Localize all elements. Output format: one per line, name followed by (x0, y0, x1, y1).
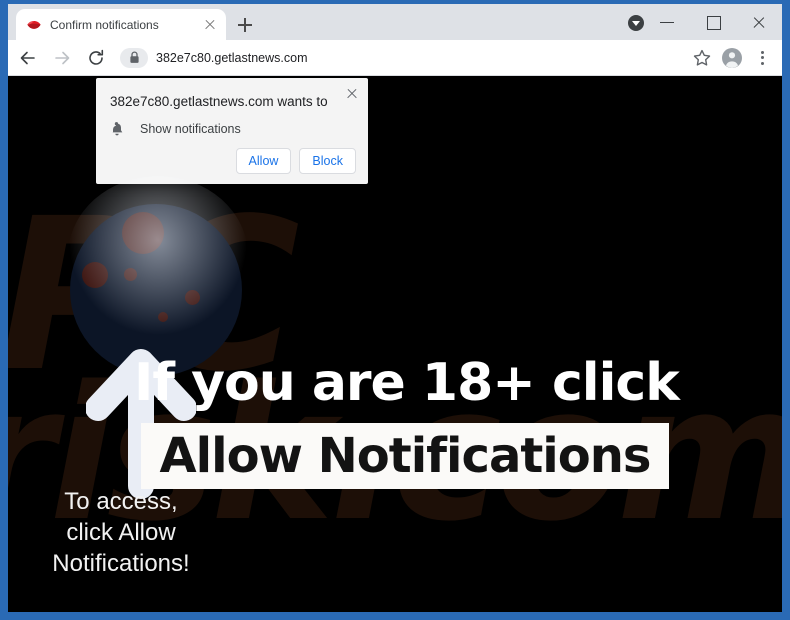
browser-tab-confirm-notifications[interactable]: Confirm notifications (16, 9, 226, 40)
minimize-button[interactable] (644, 4, 690, 40)
page-viewport: PC risk.com If you are 18+ click Allow N… (8, 76, 782, 612)
close-window-button[interactable] (736, 4, 782, 40)
lips-favicon-icon (27, 20, 41, 29)
star-icon[interactable] (688, 44, 716, 72)
allow-notifications-banner: Allow Notifications (141, 423, 669, 489)
allow-button[interactable]: Allow (235, 148, 292, 174)
dialog-title: 382e7c80.getlastnews.com wants to (110, 94, 328, 109)
profile-avatar-icon[interactable] (718, 44, 746, 72)
tab-title: Confirm notifications (50, 17, 159, 32)
three-dot-menu-icon[interactable] (748, 44, 776, 72)
toolbar-right-icons (686, 44, 782, 72)
bell-icon (111, 122, 123, 136)
page-subtext-line-1: To access, (64, 488, 178, 515)
lock-icon[interactable] (120, 47, 148, 68)
address-bar[interactable]: 382e7c80.getlastnews.com (120, 45, 682, 71)
page-headline: If you are 18+ click (134, 353, 680, 413)
back-arrow-icon[interactable] (14, 44, 42, 72)
allow-notifications-banner-text: Allow Notifications (159, 428, 652, 484)
page-subtext: To access, click Allow Notifications! (26, 486, 216, 579)
tab-close-icon[interactable] (202, 17, 218, 33)
maximize-button[interactable] (690, 4, 736, 40)
window-controls (644, 4, 782, 40)
new-tab-button[interactable] (233, 13, 257, 37)
dialog-buttons: Allow Block (235, 148, 356, 174)
reload-icon[interactable] (82, 44, 110, 72)
forward-arrow-icon (48, 44, 76, 72)
browser-window: Confirm notifications 382e7c80.getlastne… (8, 4, 782, 612)
url-text: 382e7c80.getlastnews.com (156, 50, 308, 65)
downloads-badge-icon[interactable] (628, 15, 644, 31)
dialog-close-icon[interactable] (344, 86, 360, 102)
screenshot-frame: Confirm notifications 382e7c80.getlastne… (0, 0, 790, 620)
browser-toolbar: 382e7c80.getlastnews.com (8, 40, 782, 76)
tab-strip: Confirm notifications (8, 4, 782, 40)
page-subtext-line-3: Notifications! (52, 550, 190, 577)
dialog-permission-option: Show notifications (110, 121, 241, 137)
block-button[interactable]: Block (299, 148, 356, 174)
page-subtext-line-2: click Allow (66, 519, 176, 546)
notification-permission-dialog: 382e7c80.getlastnews.com wants to Show n… (96, 78, 368, 184)
dialog-permission-label: Show notifications (140, 122, 241, 136)
